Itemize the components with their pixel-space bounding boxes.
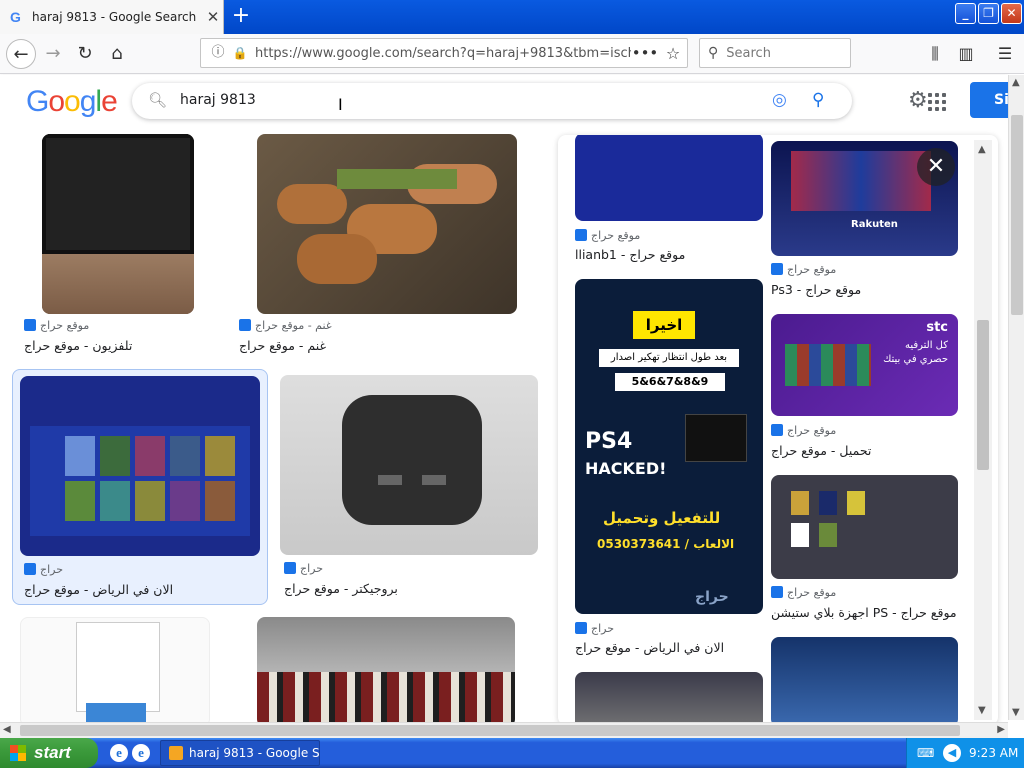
image-result-card-selected[interactable]: حراج الان في الرياض - موقع حراج bbox=[12, 369, 268, 605]
minimize-button[interactable]: _ bbox=[955, 3, 976, 24]
lock-icon: 🔒 bbox=[232, 46, 248, 60]
search-icon: ⚲ bbox=[708, 45, 719, 61]
preview-panel: موقع حراج llianb1 - موقع حراج اخيرا بعد … bbox=[558, 135, 998, 725]
url-bar[interactable]: ⓘ 🔒 https://www.google.com/search?q=hara… bbox=[200, 38, 688, 68]
google-search-box[interactable]: 🔍︎ haraj 9813 ◎ ⚲ bbox=[132, 83, 852, 119]
result-caption[interactable]: Ps3 - موقع حراج bbox=[771, 282, 861, 297]
firefox-icon bbox=[169, 746, 183, 760]
taskbar-firefox-window[interactable]: haraj 9813 - Google S... bbox=[160, 740, 320, 766]
back-arrow-icon[interactable]: ← bbox=[6, 39, 36, 69]
close-preview-icon[interactable]: ✕ bbox=[917, 148, 955, 186]
search-icon: 🔍︎ bbox=[148, 91, 168, 109]
result-caption[interactable]: بروجيكتر - موقع حراج bbox=[284, 581, 398, 596]
menu-icon[interactable]: ☰ bbox=[990, 39, 1020, 69]
home-icon[interactable]: ⌂ bbox=[102, 39, 132, 69]
image-result-card[interactable] bbox=[20, 617, 210, 722]
search-submit-icon[interactable]: ⚲ bbox=[812, 90, 824, 110]
result-caption[interactable]: llianb1 - موقع حراج bbox=[575, 247, 685, 262]
result-caption[interactable]: تحميل - موقع حراج bbox=[771, 443, 871, 458]
result-thumbnail[interactable] bbox=[575, 135, 763, 221]
result-caption[interactable]: الان في الرياض - موقع حراج bbox=[24, 582, 173, 597]
volume-icon[interactable]: ◀ bbox=[943, 744, 961, 762]
google-logo[interactable]: Google bbox=[26, 85, 118, 119]
image-result-card[interactable]: موقع حراج تلفزيون - موقع حراج bbox=[20, 132, 210, 362]
image-result-card[interactable] bbox=[235, 617, 535, 722]
result-caption[interactable]: الان في الرياض - موقع حراج bbox=[575, 640, 724, 655]
new-tab-button[interactable]: + bbox=[228, 4, 254, 30]
result-source: غنم - موقع حراج bbox=[239, 319, 332, 332]
result-thumbnail[interactable] bbox=[20, 376, 260, 556]
clock[interactable]: 9:23 AM bbox=[969, 746, 1018, 760]
result-thumbnail[interactable] bbox=[20, 617, 210, 722]
result-source: موقع حراج bbox=[771, 263, 836, 276]
tab-title: haraj 9813 - Google Search bbox=[32, 10, 197, 24]
result-source: موقع حراج bbox=[575, 229, 640, 242]
reload-icon[interactable]: ↻ bbox=[70, 39, 100, 69]
window-titlebar: G haraj 9813 - Google Search ✕ + _ ❐ ✕ bbox=[0, 0, 1024, 34]
text-cursor-icon: I bbox=[338, 95, 343, 114]
navigation-toolbar: ← → ↻ ⌂ ⓘ 🔒 https://www.google.com/searc… bbox=[0, 34, 1024, 74]
result-source: حراج bbox=[575, 622, 614, 635]
sidebar-icon[interactable]: ▥ bbox=[951, 39, 981, 69]
browser-search-field[interactable]: ⚲ Search bbox=[699, 38, 851, 68]
result-caption[interactable]: تلفزيون - موقع حراج bbox=[24, 338, 132, 353]
search-query-input[interactable]: haraj 9813 bbox=[180, 92, 256, 108]
browser-tab[interactable]: G haraj 9813 - Google Search ✕ bbox=[0, 0, 224, 34]
image-result-card[interactable]: حراج بروجيكتر - موقع حراج bbox=[280, 375, 540, 605]
google-logo-letter: G bbox=[26, 85, 49, 118]
start-button[interactable]: start bbox=[0, 738, 98, 768]
result-thumbnail[interactable] bbox=[771, 637, 958, 725]
forward-arrow-icon[interactable]: → bbox=[38, 39, 68, 69]
keyboard-icon[interactable]: ⌨ bbox=[917, 746, 934, 760]
ps4-ad-thumbnail[interactable]: اخيرا بعد طول انتظار تهكير اصدار 5&6&7&8… bbox=[575, 279, 763, 614]
internet-explorer-icon[interactable]: e bbox=[110, 744, 128, 762]
window-close-button[interactable]: ✕ bbox=[1001, 3, 1022, 24]
google-header: Google 🔍︎ haraj 9813 ◎ ⚲ I ⚙ Si bbox=[0, 75, 1024, 127]
result-source: حراج bbox=[284, 562, 323, 575]
result-source: موقع حراج bbox=[24, 319, 89, 332]
result-thumbnail[interactable] bbox=[280, 375, 538, 555]
result-thumbnail[interactable] bbox=[771, 475, 958, 579]
result-caption[interactable]: اجهزة بلاي ستيشن PS - موقع حراج bbox=[771, 605, 957, 620]
google-favicon-icon: G bbox=[10, 9, 21, 25]
bookmark-star-icon[interactable]: ☆ bbox=[659, 44, 687, 63]
library-icon[interactable]: ⫼ bbox=[920, 39, 950, 69]
firefox-quicklaunch-icon[interactable]: e bbox=[132, 744, 150, 762]
result-thumbnail[interactable] bbox=[575, 672, 763, 725]
horizontal-scrollbar[interactable]: ◀ ▶ bbox=[0, 722, 1008, 738]
result-thumbnail[interactable] bbox=[42, 134, 194, 314]
url-text[interactable]: https://www.google.com/search?q=haraj+98… bbox=[255, 46, 631, 61]
google-logo-letter: e bbox=[101, 85, 118, 118]
google-logo-letter: o bbox=[64, 85, 81, 118]
google-logo-letter: o bbox=[48, 85, 65, 118]
result-caption[interactable]: غنم - موقع حراج bbox=[239, 338, 326, 353]
result-source: موقع حراج bbox=[771, 586, 836, 599]
search-placeholder: Search bbox=[726, 45, 771, 61]
restore-button[interactable]: ❐ bbox=[978, 3, 999, 24]
panel-scrollbar[interactable]: ▲ ▼ bbox=[974, 140, 992, 720]
system-tray: ⌨ ◀ 9:23 AM bbox=[906, 738, 1024, 768]
result-thumbnail[interactable] bbox=[257, 134, 517, 314]
settings-gear-icon[interactable]: ⚙ bbox=[908, 88, 928, 113]
windows-taskbar: start e e haraj 9813 - Google S... ⌨ ◀ 9… bbox=[0, 738, 1024, 768]
info-icon[interactable]: ⓘ bbox=[209, 44, 227, 62]
result-source: موقع حراج bbox=[771, 424, 836, 437]
result-source: حراج bbox=[24, 563, 63, 576]
taskbar-window-label: haraj 9813 - Google S... bbox=[189, 746, 320, 760]
apps-grid-icon[interactable] bbox=[928, 93, 946, 111]
vertical-scrollbar[interactable]: ▲ ▼ bbox=[1008, 75, 1024, 720]
result-thumbnail[interactable] bbox=[257, 617, 515, 722]
windows-logo-icon bbox=[10, 745, 26, 761]
lens-camera-icon[interactable]: ◎ bbox=[772, 90, 787, 110]
start-label: start bbox=[34, 743, 71, 762]
close-tab-icon[interactable]: ✕ bbox=[203, 8, 223, 26]
result-thumbnail[interactable]: stc كل الترفيه حصري في بيتك bbox=[771, 314, 958, 416]
image-result-card[interactable]: غنم - موقع حراج غنم - موقع حراج bbox=[235, 132, 535, 362]
google-logo-letter: g bbox=[79, 85, 97, 118]
page-actions-icon[interactable]: ••• bbox=[631, 44, 659, 62]
